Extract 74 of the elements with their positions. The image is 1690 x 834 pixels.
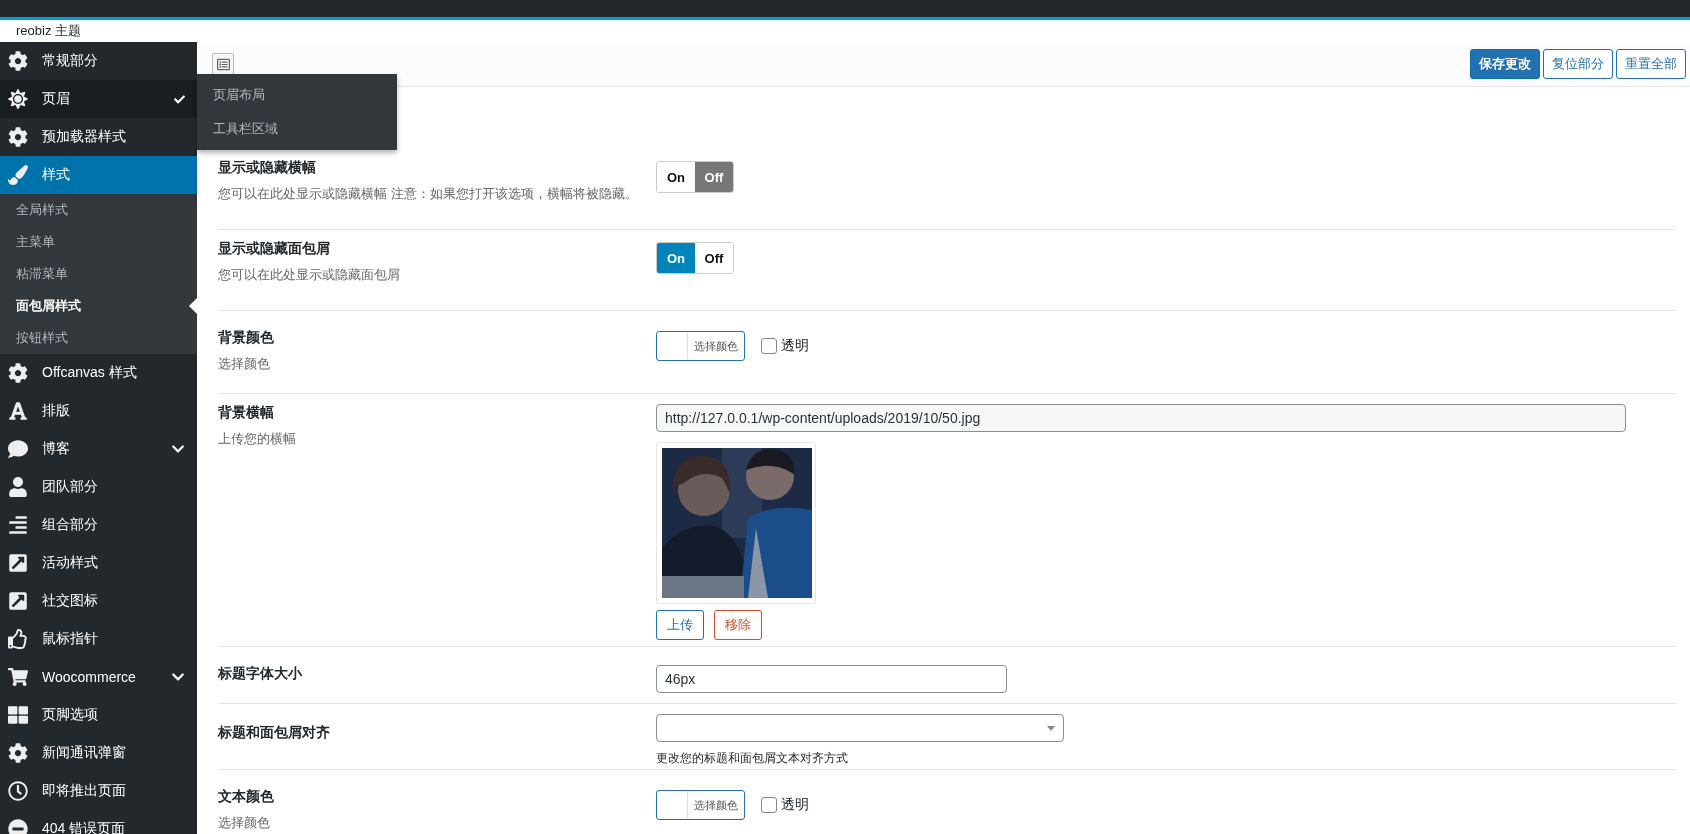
- select-field[interactable]: [656, 714, 1064, 742]
- window-title: reobiz 主题: [16, 22, 82, 40]
- gear-icon: [8, 363, 28, 383]
- sidebar-item[interactable]: 即将推出页面: [0, 772, 197, 810]
- sidebar-item[interactable]: 样式: [0, 156, 197, 194]
- transparent-checkbox[interactable]: 透明: [761, 337, 809, 355]
- sidebar-item[interactable]: 页脚选项: [0, 696, 197, 734]
- grid-icon: [8, 705, 28, 725]
- caret-icon: [1047, 725, 1055, 731]
- sidebar-item[interactable]: 新闻通讯弹窗: [0, 734, 197, 772]
- setting-title: 背景横幅: [218, 404, 275, 422]
- speech-bubble-icon: [8, 439, 28, 459]
- sidebar-item[interactable]: 鼠标指针: [0, 620, 197, 658]
- layout-icon: [216, 57, 230, 71]
- sidebar-item[interactable]: Woocommerce: [0, 658, 197, 696]
- setting-title: 标题和面包屑对齐: [218, 723, 331, 742]
- sidebar-item[interactable]: 排版: [0, 392, 197, 430]
- color-picker-button[interactable]: 选择颜色: [656, 331, 745, 361]
- transparent-checkbox[interactable]: 透明: [761, 796, 809, 814]
- user-icon: [8, 477, 28, 497]
- setting-title: 标题字体大小: [218, 665, 303, 683]
- setting-description: 您可以在此处显示或隐藏面包屑: [218, 266, 401, 284]
- sunburst-icon: [8, 89, 28, 109]
- check-icon: [174, 93, 185, 105]
- save-button[interactable]: 保存更改: [1470, 49, 1540, 79]
- gear-icon: [8, 51, 28, 71]
- setting-title: 显示或隐藏面包屑: [218, 240, 331, 258]
- submenu-item[interactable]: 全局样式: [0, 194, 197, 226]
- url-field[interactable]: http://127.0.0.1/wp-content/uploads/2019/10/50.jpg: [656, 404, 1626, 432]
- gear-icon: [8, 743, 28, 763]
- lines-icon: [8, 515, 28, 535]
- setting-description: 选择颜色: [218, 355, 271, 373]
- sidebar-item[interactable]: 团队部分: [0, 468, 197, 506]
- sidebar-item[interactable]: 社交图标: [0, 582, 197, 620]
- sidebar-item[interactable]: 博客: [0, 430, 197, 468]
- upload-button[interactable]: 上传: [656, 610, 704, 640]
- flyout-item[interactable]: 页眉布局: [197, 78, 397, 112]
- submenu-item[interactable]: 粘滞菜单: [0, 258, 197, 290]
- submenu-item[interactable]: 按钮样式: [0, 322, 197, 354]
- cart-icon: [8, 667, 28, 687]
- setting-title: 背景颜色: [218, 329, 275, 347]
- sidebar-item[interactable]: Offcanvas 样式: [0, 354, 197, 392]
- off-toggle-button[interactable]: Off: [695, 162, 733, 192]
- sidebar-item[interactable]: 活动样式: [0, 544, 197, 582]
- submenu-item[interactable]: 主菜单: [0, 226, 197, 258]
- text-field[interactable]: 46px: [656, 665, 1007, 693]
- share-icon: [8, 553, 28, 573]
- flyout-item[interactable]: 工具栏区域: [197, 112, 397, 146]
- current-pointer-icon: [189, 298, 197, 314]
- reset-button[interactable]: 重置全部: [1616, 49, 1686, 79]
- on-toggle-button[interactable]: On: [657, 243, 695, 273]
- setting-description: 上传您的横幅: [218, 430, 297, 448]
- letter-icon: [8, 401, 28, 421]
- brush-icon: [8, 165, 28, 185]
- setting-description: 您可以在此处显示或隐藏横幅 注意：如果您打开该选项，横幅将被隐藏。: [218, 185, 639, 203]
- reset-button[interactable]: 复位部分: [1543, 49, 1613, 79]
- submenu-item[interactable]: 面包屑样式: [0, 290, 197, 322]
- setting-title: 显示或隐藏横幅: [218, 159, 317, 177]
- checkbox[interactable]: [761, 797, 777, 813]
- sidebar-item[interactable]: 常规部分: [0, 42, 197, 80]
- setting-help: 更改您的标题和面包屑文本对齐方式: [656, 750, 848, 767]
- hand-icon: [8, 629, 28, 649]
- setting-description: 选择颜色: [218, 814, 271, 832]
- sidebar-item[interactable]: 页眉: [0, 80, 197, 118]
- color-picker-button[interactable]: 选择颜色: [656, 790, 745, 820]
- layout-toggle-button[interactable]: [212, 53, 234, 75]
- sidebar-item[interactable]: 预加载器样式: [0, 118, 197, 156]
- share-icon: [8, 591, 28, 611]
- sidebar-item[interactable]: 组合部分: [0, 506, 197, 544]
- setting-title: 文本颜色: [218, 788, 275, 806]
- remove-button[interactable]: 移除: [714, 610, 762, 640]
- gear-icon: [8, 127, 28, 147]
- checkbox[interactable]: [761, 338, 777, 354]
- clock-icon: [8, 781, 28, 801]
